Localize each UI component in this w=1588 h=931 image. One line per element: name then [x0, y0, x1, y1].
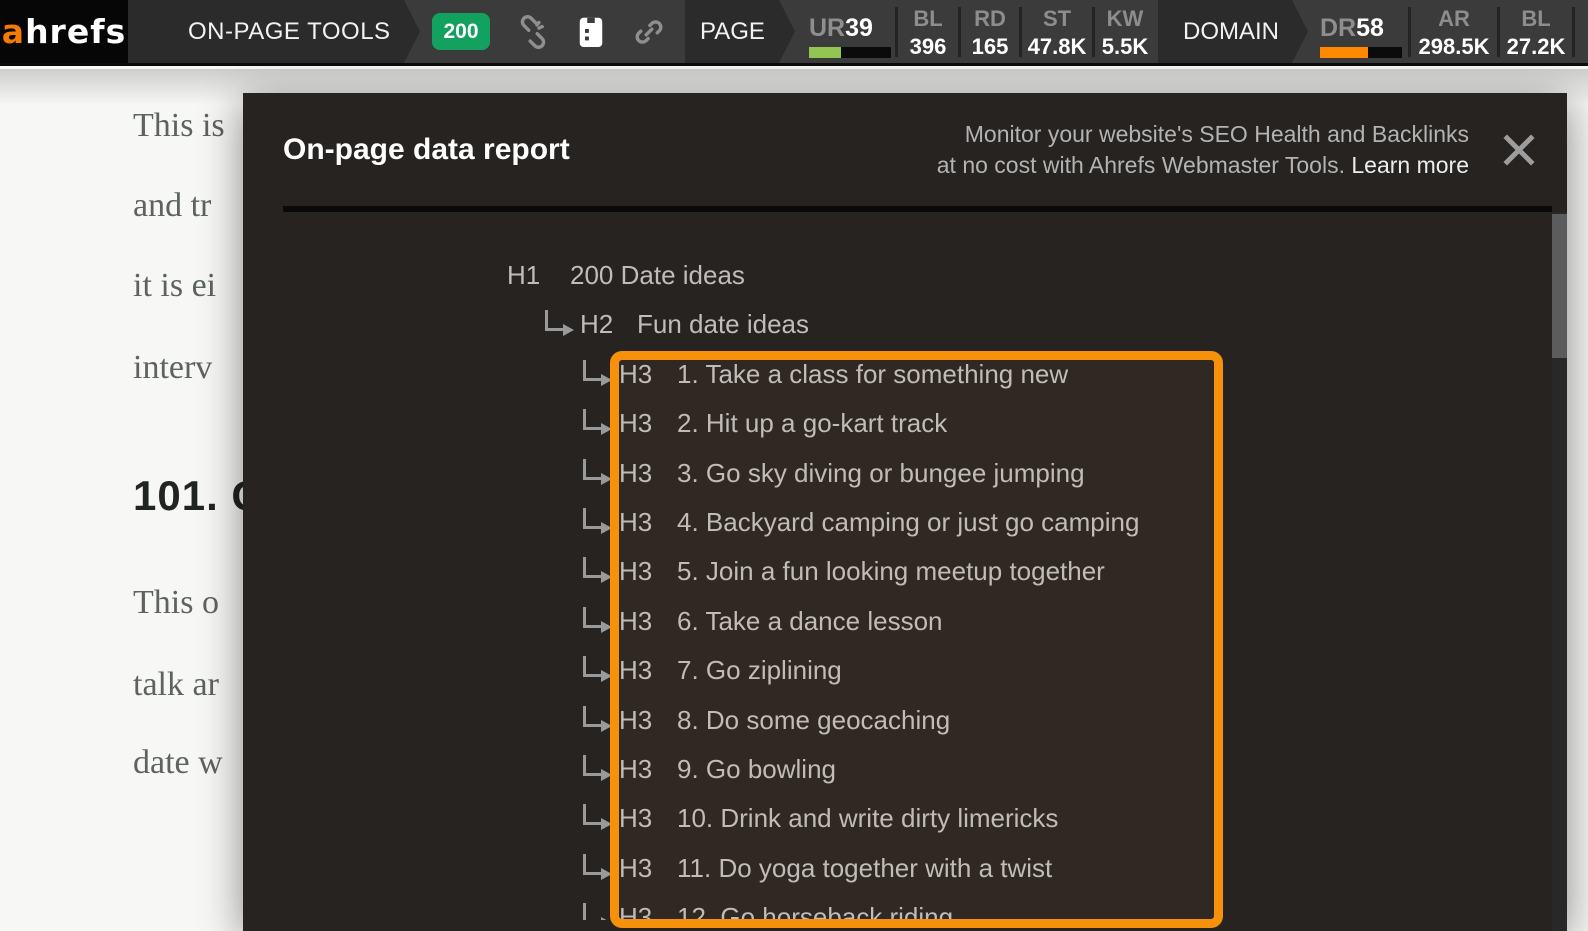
- tree-arrow-icon: [583, 854, 601, 875]
- stat-value: 5.5K: [1095, 33, 1155, 61]
- heading-tag: H2: [580, 300, 613, 348]
- article-text-fragment: interv: [133, 349, 212, 387]
- tree-arrow-icon: [583, 706, 601, 727]
- stat-page-keywords[interactable]: KW 5.5K: [1095, 0, 1155, 63]
- heading-tag: H1: [507, 251, 540, 299]
- onpage-tools-label: ON-PAGE TOOLS: [188, 18, 391, 46]
- tree-arrow-icon: [545, 310, 563, 331]
- stat-page-backlinks[interactable]: BL 396: [898, 0, 958, 63]
- stat-label: BL: [898, 5, 958, 33]
- article-text-fragment: and tr: [133, 187, 211, 225]
- onpage-data-report-panel: On-page data report Monitor your website…: [243, 93, 1567, 931]
- heading-text: Fun date ideas: [637, 300, 809, 348]
- article-text-fragment: talk ar: [133, 666, 219, 704]
- heading-text: 200 Date ideas: [570, 251, 745, 299]
- page-stats-section: UR39 BL 396 RD 165 ST 47.8K KW 5.5K: [795, 0, 1158, 63]
- highlight-box: [610, 351, 1223, 928]
- ahrefs-logo[interactable]: ahrefs: [0, 0, 128, 63]
- stat-value: 27.2K: [1500, 33, 1572, 61]
- broken-link-icon[interactable]: [516, 15, 550, 49]
- page-section-header: PAGE: [685, 0, 795, 63]
- ahrefs-toolbar: ahrefs ON-PAGE TOOLS 200: [0, 0, 1588, 66]
- domain-section-header: DOMAIN: [1158, 0, 1308, 63]
- domain-label: DOMAIN: [1183, 18, 1279, 46]
- tree-arrow-icon: [583, 656, 601, 677]
- ur-progress-fill: [809, 47, 841, 58]
- stat-value: 396: [898, 33, 958, 61]
- article-text-fragment: date w: [133, 744, 223, 782]
- stat-value: 165: [961, 33, 1019, 61]
- stat-divider: [1572, 7, 1575, 57]
- tree-arrow-icon: [583, 508, 601, 529]
- tree-arrow-icon: [583, 360, 601, 381]
- stat-label: KW: [1095, 5, 1155, 33]
- tree-arrow-icon: [583, 459, 601, 480]
- url-rating-block[interactable]: UR39: [795, 6, 895, 58]
- article-text-fragment: This is: [133, 107, 225, 145]
- stat-value: 47.8K: [1022, 33, 1092, 61]
- ahrefs-logo-text: ahrefs: [2, 12, 126, 51]
- panel-title: On-page data report: [283, 133, 570, 167]
- promo-line2: at no cost with Ahrefs Webmaster Tools.: [937, 152, 1345, 178]
- promo-line1: Monitor your website's SEO Health and Ba…: [965, 121, 1469, 147]
- tree-arrow-icon: [583, 607, 601, 628]
- stat-domain-backlinks[interactable]: BL 27.2K: [1500, 0, 1572, 63]
- tree-arrow-icon: [583, 903, 601, 920]
- heading-row-h1: H1 200 Date ideas: [243, 251, 1567, 299]
- close-icon: [1500, 131, 1538, 169]
- ur-progress-bar: [809, 47, 891, 58]
- tree-arrow-icon: [583, 557, 601, 578]
- stat-label: ST: [1022, 5, 1092, 33]
- tree-arrow-icon: [583, 755, 601, 776]
- page-label: PAGE: [700, 18, 765, 46]
- stat-value: 298.5K: [1411, 33, 1497, 61]
- report-clipboard-icon[interactable]: [576, 14, 606, 50]
- tree-arrow-icon: [583, 409, 601, 430]
- webmaster-tools-promo: Monitor your website's SEO Health and Ba…: [937, 119, 1469, 181]
- stat-page-refdomains[interactable]: RD 165: [961, 0, 1019, 63]
- learn-more-link[interactable]: Learn more: [1351, 152, 1469, 178]
- heading-row-h2: H2 Fun date ideas: [243, 300, 1567, 348]
- stat-label: BL: [1500, 5, 1572, 33]
- domain-stats-section: DR58 AR 298.5K BL 27.2K: [1308, 0, 1588, 63]
- logo-letters-hrefs: hrefs: [25, 12, 126, 51]
- backlink-chain-icon[interactable]: [632, 15, 666, 49]
- dr-label: DR: [1320, 14, 1356, 42]
- stat-label: RD: [961, 5, 1019, 33]
- stat-domain-rank[interactable]: AR 298.5K: [1411, 0, 1497, 63]
- http-status-badge[interactable]: 200: [432, 13, 490, 50]
- dr-progress-bar: [1320, 47, 1402, 58]
- dr-progress-fill: [1320, 47, 1368, 58]
- ur-value: 39: [845, 14, 873, 42]
- close-button[interactable]: [1497, 128, 1541, 172]
- dr-value: 58: [1356, 14, 1384, 42]
- ur-label: UR: [809, 14, 845, 42]
- onpage-tools-section: ON-PAGE TOOLS: [128, 0, 420, 63]
- article-text-fragment: it is ei: [133, 267, 216, 305]
- stat-label: AR: [1411, 5, 1497, 33]
- panel-header: On-page data report Monitor your website…: [243, 93, 1567, 206]
- tree-arrow-icon: [583, 804, 601, 825]
- logo-letter-a: a: [2, 12, 25, 51]
- toolbar-tools-section: 200: [420, 0, 685, 63]
- article-text-fragment: This o: [133, 584, 219, 622]
- domain-rating-block[interactable]: DR58: [1308, 6, 1408, 58]
- scrollbar-thumb[interactable]: [1552, 214, 1567, 358]
- panel-scrollbar[interactable]: [1552, 212, 1567, 931]
- headings-tree: H1 200 Date ideas H2 Fun date ideas H3 1…: [243, 212, 1567, 931]
- stat-page-traffic[interactable]: ST 47.8K: [1022, 0, 1092, 63]
